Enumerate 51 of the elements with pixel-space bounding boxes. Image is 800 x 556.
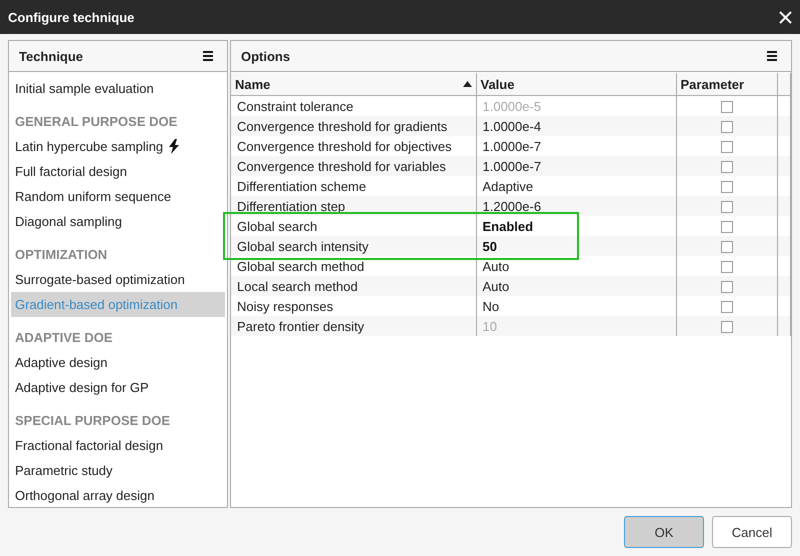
option-value[interactable]: 1.0000e-4 [476, 116, 676, 136]
technique-item[interactable]: Diagonal sampling [11, 209, 225, 234]
column-header[interactable]: Parameter [676, 73, 777, 96]
panel-title: Technique [19, 48, 84, 64]
window-title: Configure technique [8, 10, 134, 24]
parameter-checkbox[interactable] [720, 321, 732, 334]
section-heading: SPECIAL PURPOSE DOE [15, 413, 170, 428]
parameter-checkbox[interactable] [720, 201, 732, 214]
column-header[interactable]: Value [476, 73, 676, 96]
option-name: Convergence threshold for variables [231, 156, 476, 176]
sort-icon [462, 81, 472, 87]
option-name: Global search intensity [231, 236, 476, 256]
option-value[interactable]: 1.0000e-7 [476, 156, 676, 176]
option-name: Convergence threshold for gradients [231, 116, 476, 136]
parameter-checkbox[interactable] [720, 281, 732, 294]
parameter-checkbox[interactable] [720, 241, 732, 254]
option-name: Local search method [231, 276, 476, 296]
lightning-icon [169, 139, 180, 154]
technique-item[interactable]: Orthogonal array design [11, 483, 225, 508]
technique-item[interactable]: Fractional factorial design [11, 433, 225, 458]
section-heading: OPTIMIZATION [15, 247, 108, 262]
section-heading: ADAPTIVE DOE [15, 330, 113, 345]
parameter-checkbox[interactable] [720, 221, 732, 234]
technique-item[interactable]: Surrogate-based optimization [11, 267, 225, 292]
option-value[interactable]: 1.2000e-6 [476, 196, 676, 216]
parameter-checkbox[interactable] [720, 101, 732, 114]
ok-button[interactable]: OK [624, 516, 704, 548]
technique-item[interactable]: Full factorial design [11, 159, 225, 184]
option-name: Pareto frontier density [231, 316, 476, 336]
option-value[interactable]: Auto [476, 276, 676, 296]
technique-item[interactable]: Parametric study [11, 458, 225, 483]
parameter-checkbox[interactable] [720, 261, 732, 274]
parameter-checkbox[interactable] [720, 161, 732, 174]
section-heading: GENERAL PURPOSE DOE [15, 114, 178, 129]
menu-icon[interactable] [203, 51, 213, 61]
parameter-checkbox[interactable] [720, 141, 732, 154]
technique-item[interactable]: Latin hypercube sampling [11, 134, 225, 159]
close-icon[interactable] [779, 10, 792, 24]
menu-icon[interactable] [767, 51, 777, 61]
column-header[interactable]: Name [231, 73, 476, 96]
cancel-button[interactable]: Cancel [712, 516, 792, 548]
option-name: Differentiation step [231, 196, 476, 216]
parameter-checkbox[interactable] [720, 181, 732, 194]
option-value[interactable]: 50 [476, 236, 676, 256]
panel-title: Options [241, 48, 290, 64]
technique-item[interactable]: Adaptive design for GP [11, 375, 225, 400]
technique-item[interactable]: Initial sample evaluation [11, 76, 225, 101]
parameter-checkbox[interactable] [720, 301, 732, 314]
technique-item[interactable]: Random uniform sequence [11, 184, 225, 209]
parameter-checkbox[interactable] [720, 121, 732, 134]
technique-item[interactable]: Adaptive design [11, 350, 225, 375]
